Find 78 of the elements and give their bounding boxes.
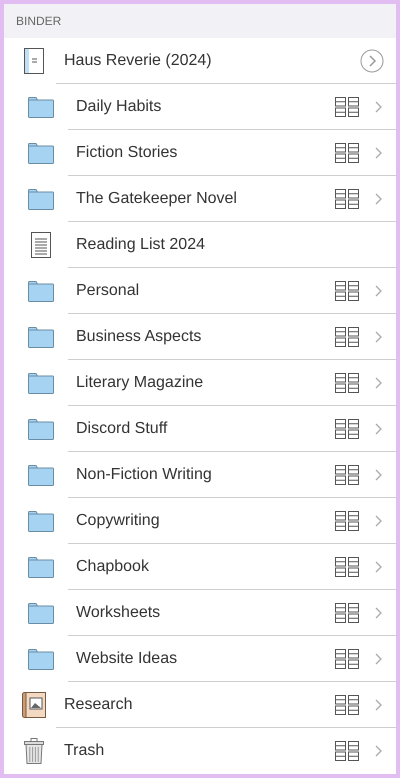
folder-icon [28,372,54,394]
folder-icon [28,326,54,348]
chevron-icon [375,284,382,296]
item-title: Reading List 2024 [76,236,206,254]
binder-item[interactable]: Haus Reverie (2024) [4,38,396,84]
chevron-icon [375,422,382,434]
corkboard-icon[interactable] [335,142,359,162]
corkboard-icon[interactable] [335,464,359,484]
item-title: Trash [64,742,106,760]
folder-icon [28,96,54,118]
corkboard-icon[interactable] [335,602,359,622]
item-title: Business Aspects [76,328,202,346]
item-title: Research [64,696,134,714]
item-title: Haus Reverie (2024) [64,52,213,70]
corkboard-icon[interactable] [335,188,359,208]
chevron-icon [375,146,382,158]
corkboard-icon[interactable] [335,556,359,576]
item-title: Daily Habits [76,98,162,116]
item-title: Fiction Stories [76,144,178,162]
folder-icon [28,648,54,670]
chevron-icon [375,376,382,388]
binder-item[interactable]: Business Aspects [4,314,396,360]
item-title: Worksheets [76,604,162,622]
item-title: Non-Fiction Writing [76,466,213,484]
document-icon [31,232,51,258]
binder-item[interactable]: Personal [4,268,396,314]
trash-icon [24,738,44,764]
corkboard-icon[interactable] [335,372,359,392]
folder-icon [28,188,54,210]
binder-item[interactable]: Daily Habits [4,84,396,130]
binder-item[interactable]: Trash [4,728,396,774]
folder-icon [28,464,54,486]
folder-icon [28,556,54,578]
item-title: Website Ideas [76,650,178,668]
chevron-icon [375,560,382,572]
corkboard-icon[interactable] [335,96,359,116]
chevron-icon [375,745,382,757]
binder-item[interactable]: Research [4,682,396,728]
item-title: Literary Magazine [76,374,204,392]
chevron-circle-icon[interactable] [360,48,384,72]
chevron-icon [375,330,382,342]
item-title: Personal [76,282,140,300]
item-title: The Gatekeeper Novel [76,190,238,208]
corkboard-icon[interactable] [335,741,359,761]
chevron-icon [375,606,382,618]
corkboard-icon[interactable] [335,510,359,530]
folder-icon [28,418,54,440]
item-title: Copywriting [76,512,161,530]
binder-item[interactable]: The Gatekeeper Novel [4,176,396,222]
folder-icon [28,142,54,164]
binder-item[interactable]: Fiction Stories [4,130,396,176]
chevron-icon [375,698,382,710]
folder-icon [28,602,54,624]
folder-icon [28,510,54,532]
corkboard-icon[interactable] [335,648,359,668]
binder-item[interactable]: Literary Magazine [4,360,396,406]
document-icon [24,48,44,74]
section-title: BINDER [16,14,62,28]
binder-item[interactable]: Reading List 2024 [4,222,396,268]
item-title: Discord Stuff [76,420,168,438]
corkboard-icon[interactable] [335,694,359,714]
binder-item[interactable]: Chapbook [4,544,396,590]
picture-book-icon [22,692,46,718]
chevron-icon [375,652,382,664]
chevron-icon [375,100,382,112]
binder-item[interactable]: Non-Fiction Writing [4,452,396,498]
folder-icon [28,280,54,302]
chevron-icon [375,192,382,204]
chevron-icon [375,468,382,480]
binder-item[interactable]: Worksheets [4,590,396,636]
corkboard-icon[interactable] [335,418,359,438]
chevron-icon [375,514,382,526]
corkboard-icon[interactable] [335,280,359,300]
binder-item[interactable]: Discord Stuff [4,406,396,452]
corkboard-icon[interactable] [335,326,359,346]
item-title: Chapbook [76,558,150,576]
binder-item[interactable]: Copywriting [4,498,396,544]
binder-item[interactable]: Website Ideas [4,636,396,682]
